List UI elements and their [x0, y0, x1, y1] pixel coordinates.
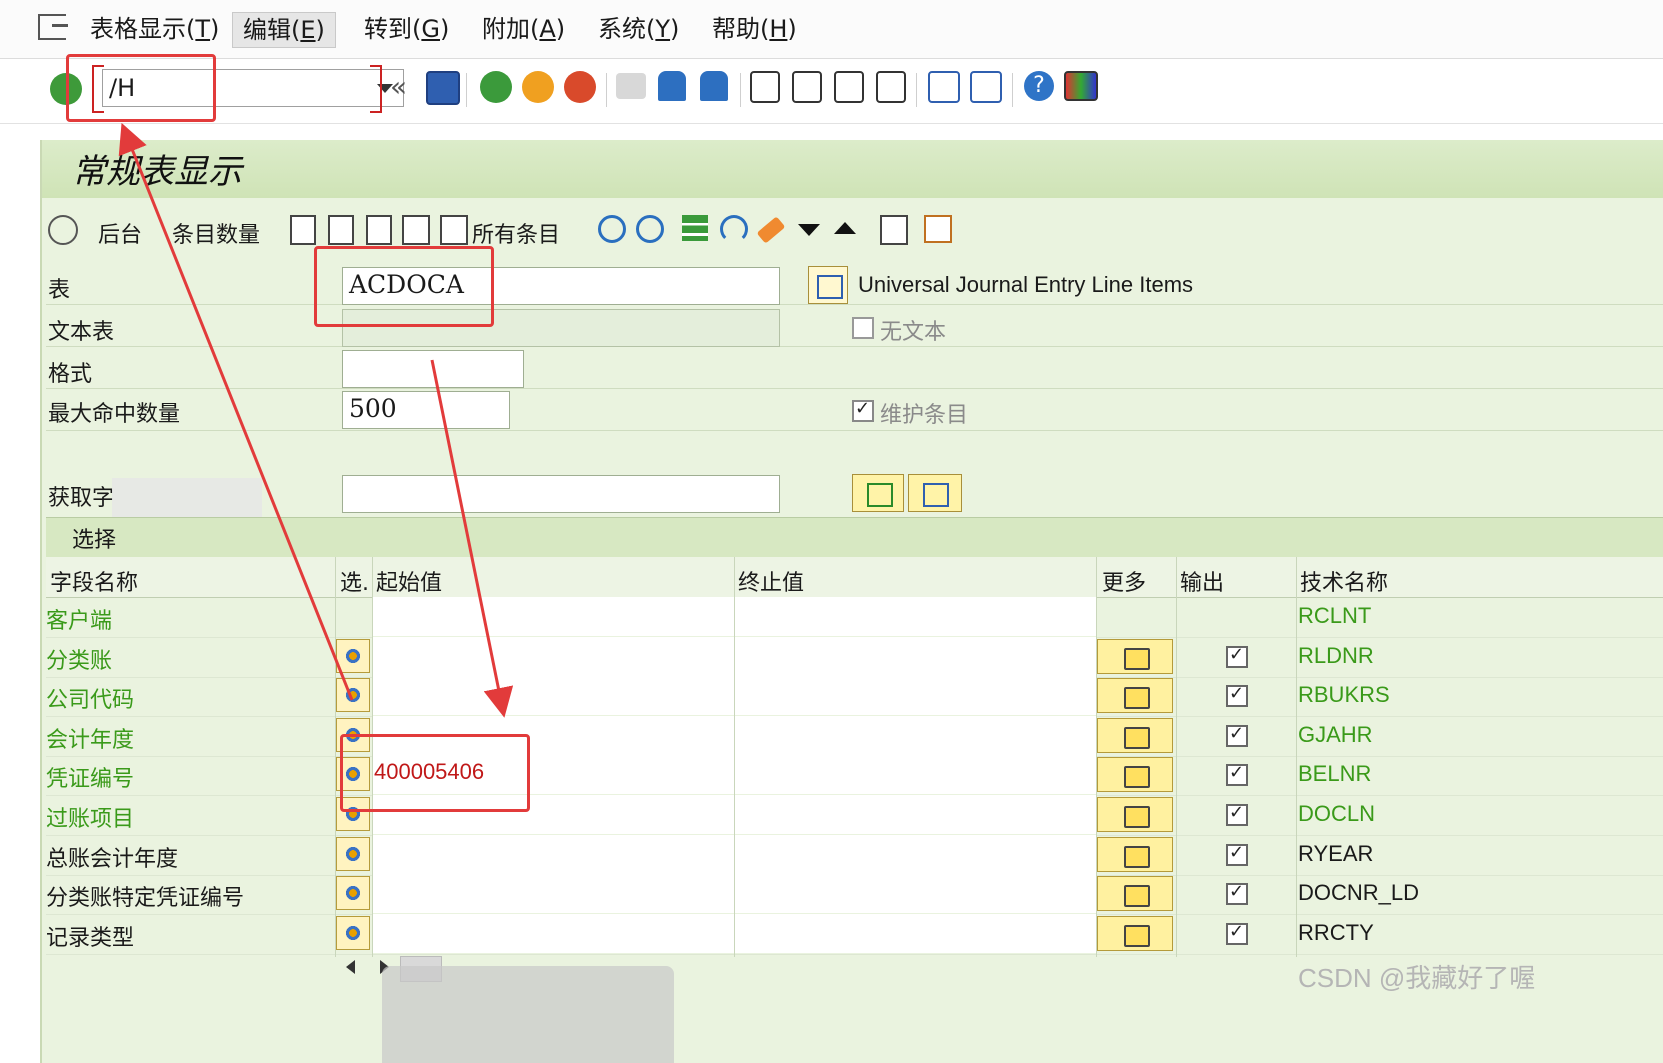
watermark-text: CSDN @我藏好了喔 [1298, 963, 1536, 993]
arrow-command-to-row [118, 122, 354, 701]
arrow-table-to-value [430, 359, 514, 718]
annotation-arrows [118, 122, 514, 718]
